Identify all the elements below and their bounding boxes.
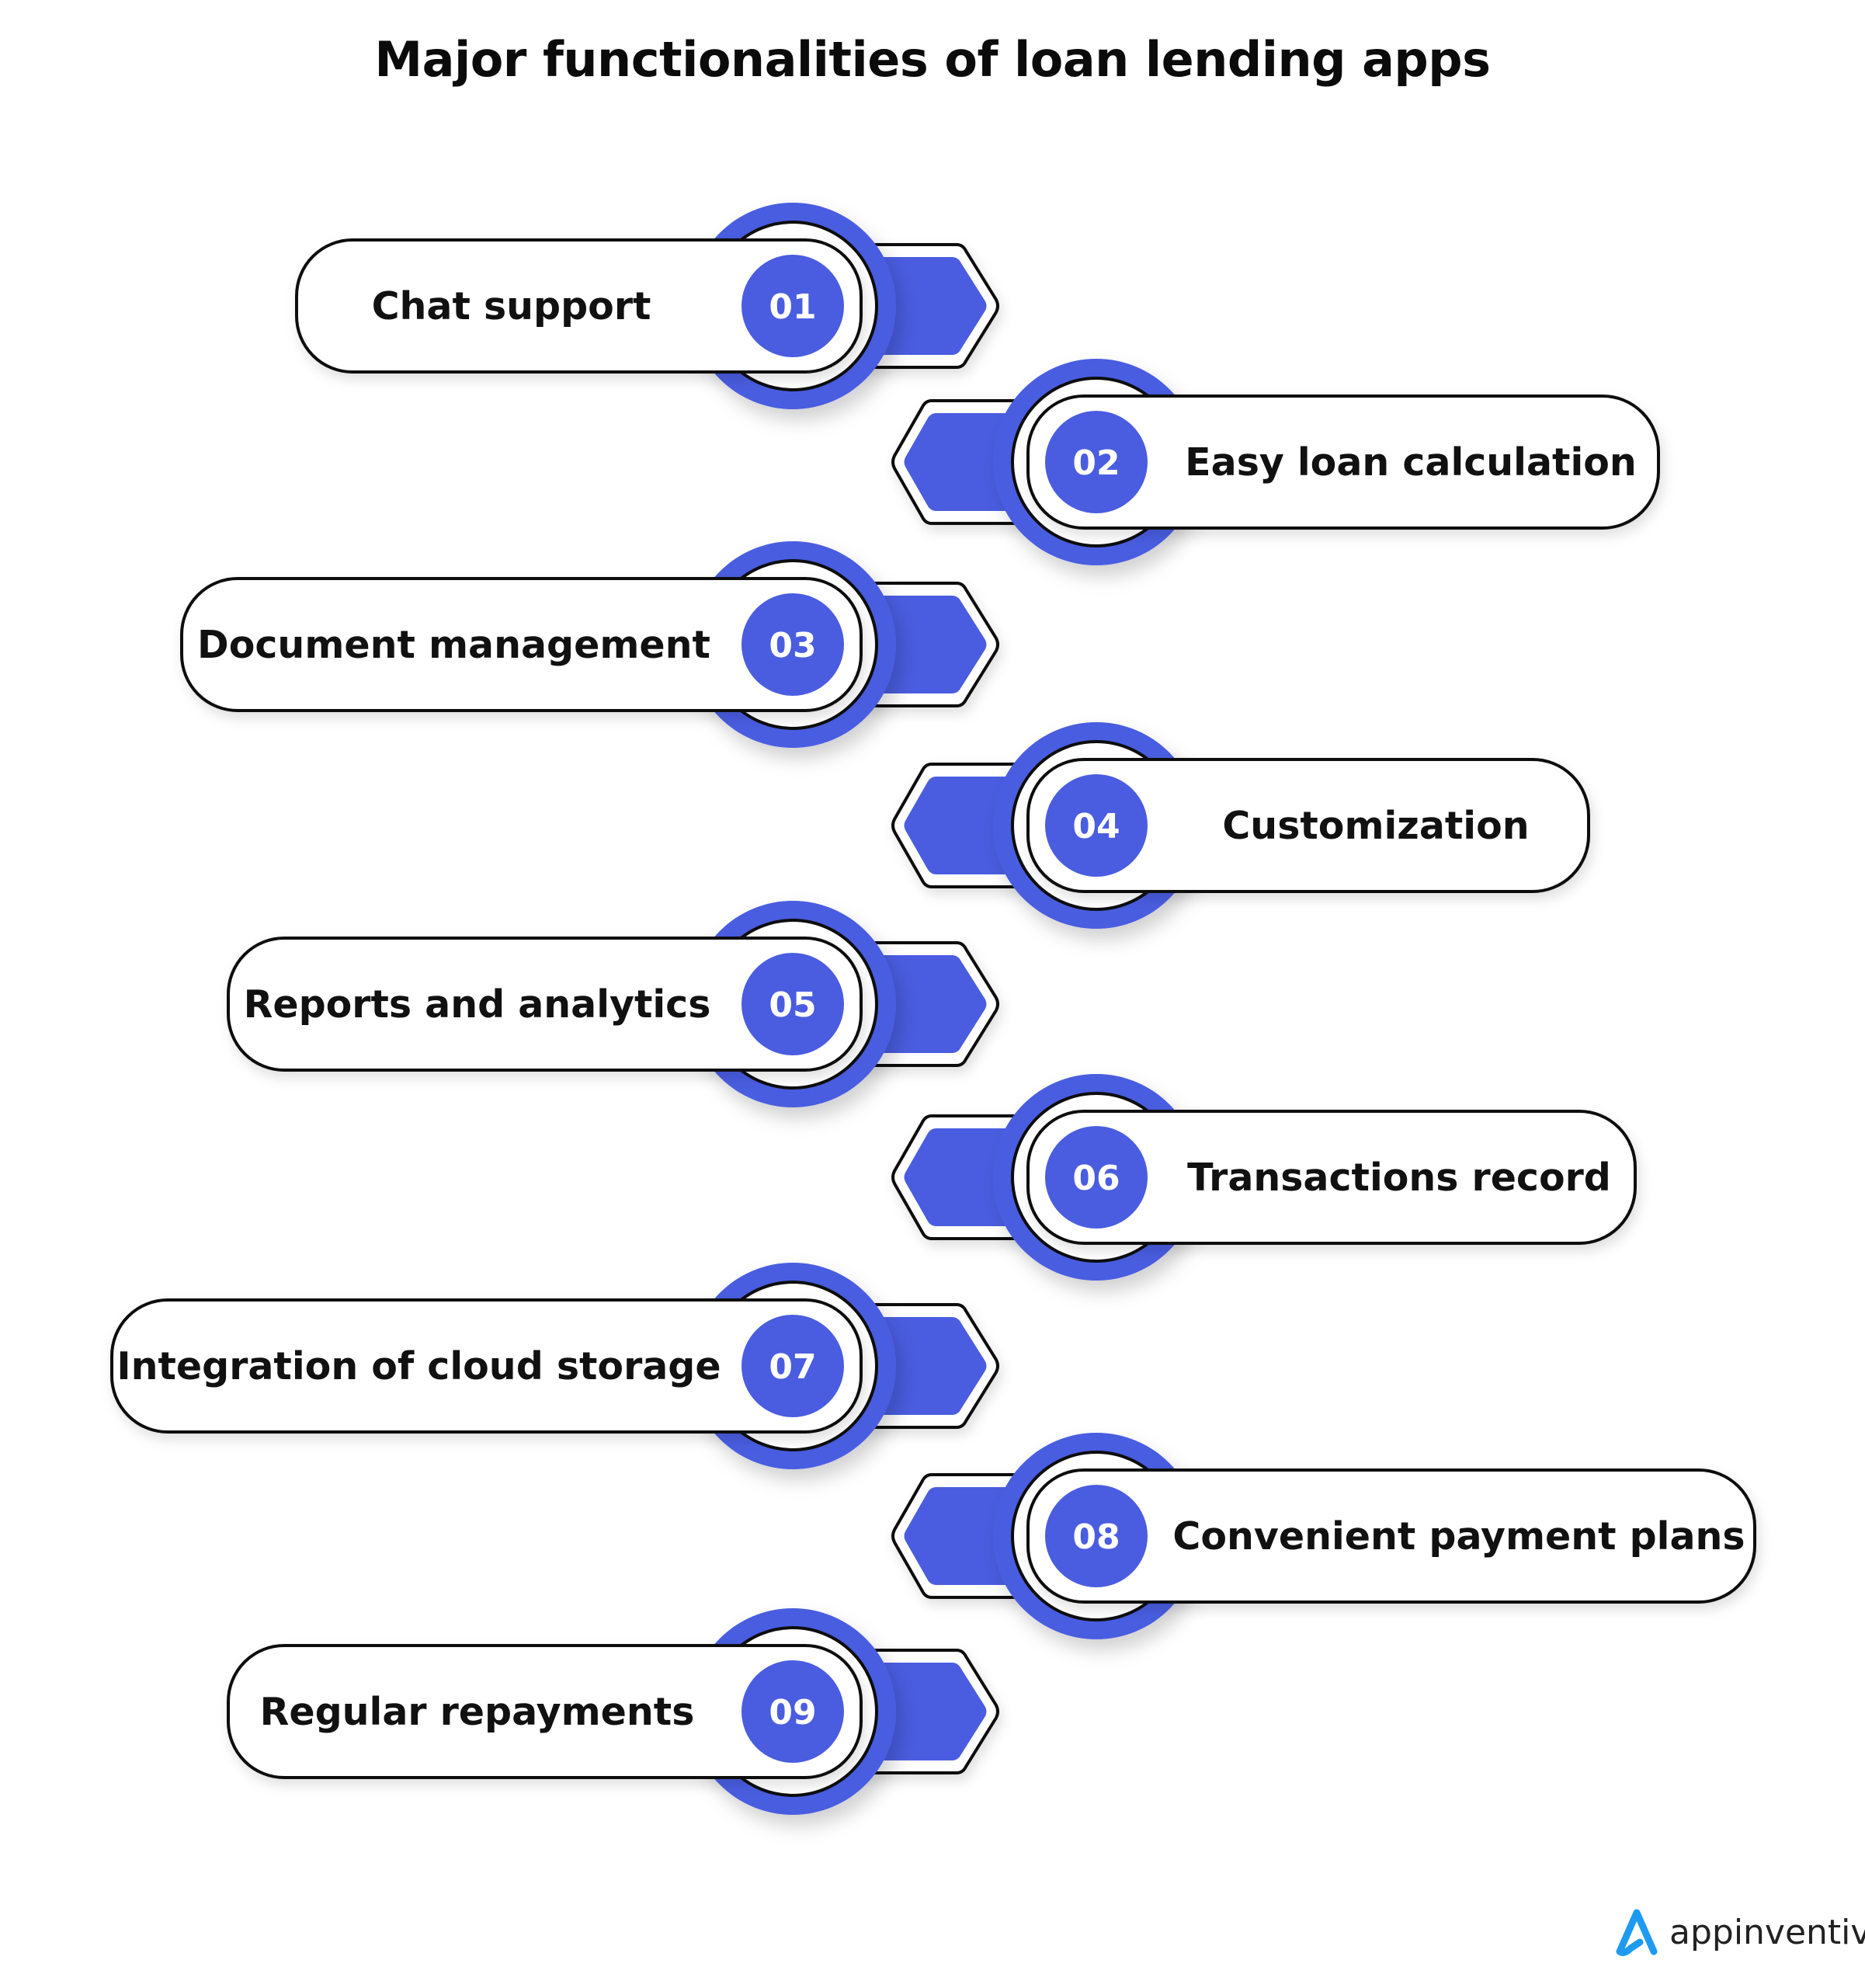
- item-number: 01: [769, 287, 816, 327]
- item-number: 07: [769, 1347, 816, 1387]
- feature-label: Integration of cloud storage: [116, 1344, 721, 1388]
- feature-item: 03 Document management: [180, 541, 999, 748]
- feature-item: 08 Convenient payment plans: [891, 1433, 1756, 1639]
- brand-logo-text: appinventiv: [1669, 1912, 1865, 1952]
- feature-item: 06 Transactions record: [891, 1074, 1637, 1281]
- item-number: 08: [1072, 1517, 1120, 1557]
- feature-label: Transactions record: [1187, 1156, 1611, 1200]
- feature-item: 05 Reports and analytics: [227, 901, 999, 1107]
- feature-item: 04 Customization: [891, 722, 1590, 929]
- item-number: 03: [769, 626, 816, 666]
- feature-label: Regular repayments: [260, 1690, 695, 1734]
- appinventiv-a-logo-icon: [1616, 1909, 1658, 1956]
- feature-label: Customization: [1222, 804, 1529, 848]
- feature-label: Easy loan calculation: [1185, 440, 1637, 485]
- feature-item: 09 Regular repayments: [227, 1608, 999, 1815]
- items-layer: 01 Chat support 02 Easy loan calculation 03 D…: [110, 203, 1756, 1815]
- feature-label: Chat support: [372, 284, 651, 328]
- feature-label: Convenient payment plans: [1172, 1514, 1745, 1559]
- brand-logo: appinventiv: [1613, 1906, 1865, 1958]
- item-number: 02: [1072, 443, 1120, 483]
- item-number: 04: [1072, 807, 1120, 846]
- feature-item: 07 Integration of cloud storage: [110, 1263, 999, 1469]
- feature-item: 01 Chat support: [295, 203, 999, 409]
- item-number: 05: [769, 985, 816, 1025]
- features-diagram: 01 Chat support 02 Easy loan calculation 03 D…: [110, 203, 1756, 1815]
- item-number: 09: [769, 1693, 816, 1733]
- item-number: 06: [1072, 1159, 1120, 1198]
- feature-label: Reports and analytics: [244, 982, 711, 1027]
- feature-item: 02 Easy loan calculation: [891, 359, 1660, 565]
- feature-label: Document management: [197, 623, 710, 667]
